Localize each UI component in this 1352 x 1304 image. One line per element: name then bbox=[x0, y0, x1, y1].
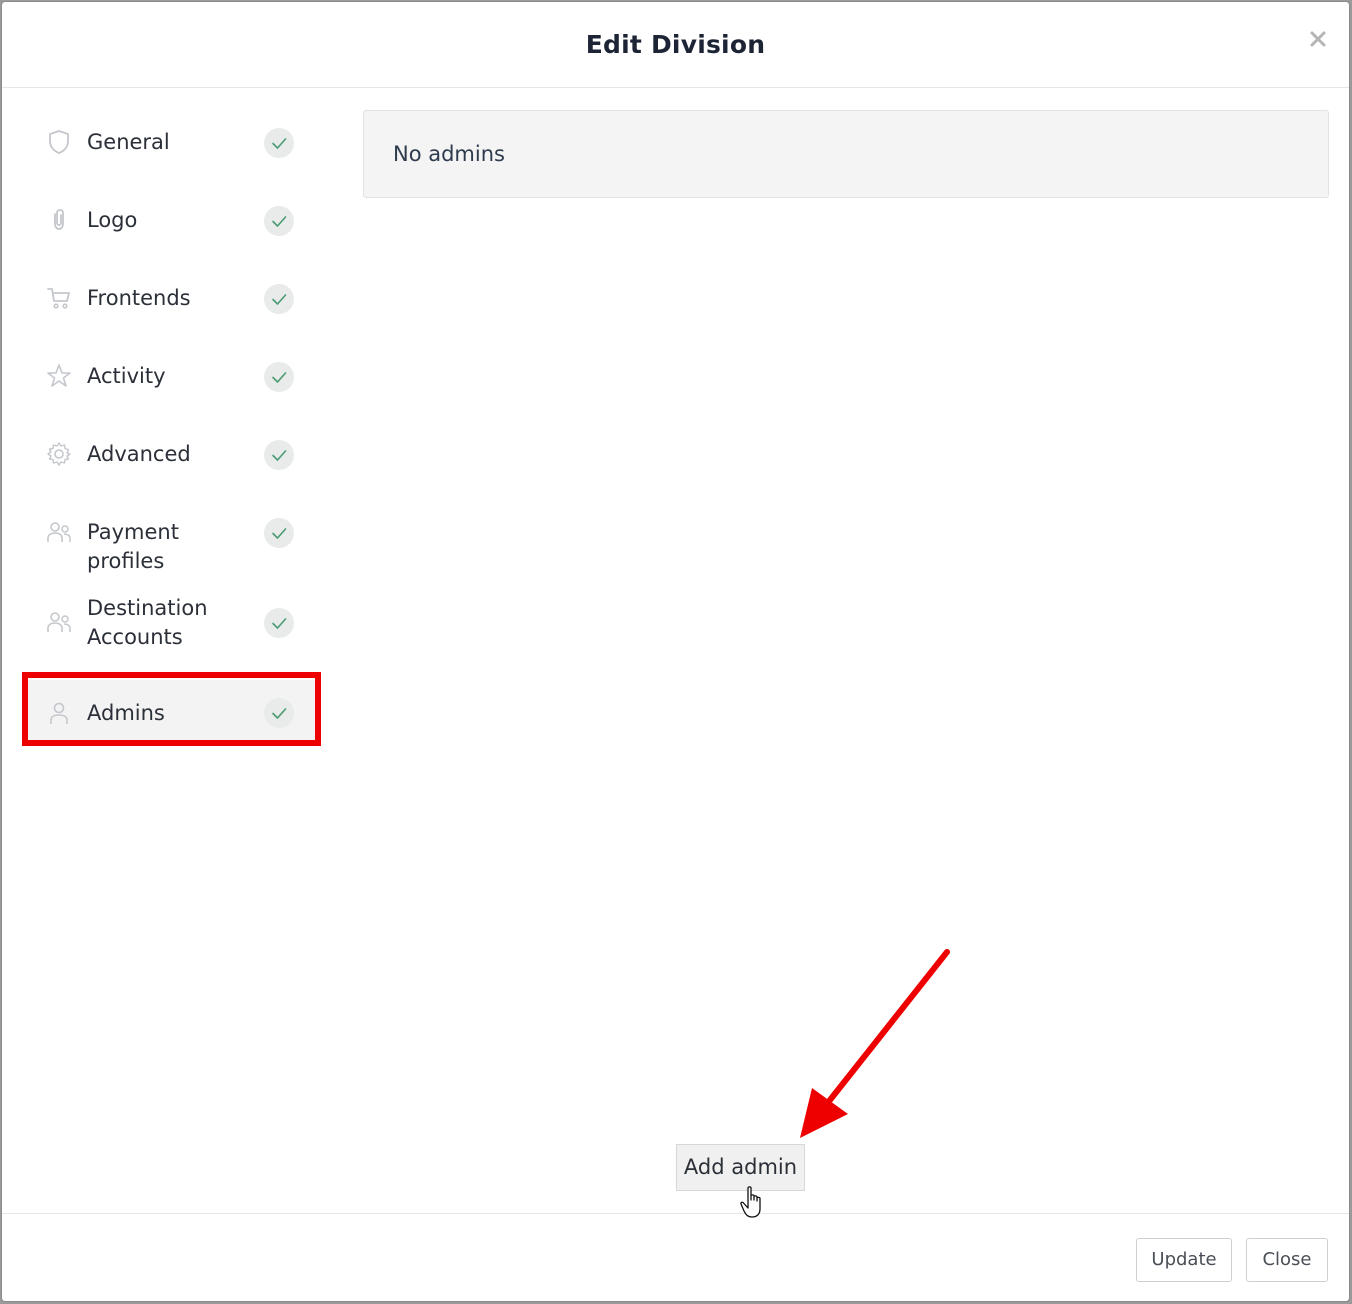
edit-division-modal: Edit Division General Logo Frontends Act… bbox=[1, 1, 1350, 1302]
sidebar-item-advanced[interactable]: Advanced bbox=[28, 424, 320, 486]
sidebar-item-label: General bbox=[87, 130, 170, 154]
cart-icon bbox=[46, 285, 72, 311]
add-admin-button[interactable]: Add admin bbox=[676, 1144, 805, 1191]
update-button[interactable]: Update bbox=[1136, 1238, 1232, 1282]
check-icon bbox=[264, 206, 294, 236]
modal-title: Edit Division bbox=[585, 30, 766, 59]
sidebar-item-label: Advanced bbox=[87, 442, 191, 466]
sidebar-item-label: Admins bbox=[87, 701, 165, 725]
paperclip-icon bbox=[46, 207, 72, 233]
sidebar-item-admins[interactable]: Admins bbox=[28, 680, 320, 746]
check-icon bbox=[264, 518, 294, 548]
user-icon bbox=[46, 700, 72, 726]
close-x-glyph bbox=[1310, 31, 1326, 47]
sidebar-item-logo[interactable]: Logo bbox=[28, 190, 320, 252]
check-icon bbox=[264, 128, 294, 158]
close-icon[interactable] bbox=[1307, 28, 1329, 50]
check-icon bbox=[264, 362, 294, 392]
sidebar-item-destination-accounts[interactable]: Destination Accounts bbox=[28, 580, 320, 666]
star-icon bbox=[46, 363, 72, 389]
empty-state-text: No admins bbox=[393, 142, 505, 166]
sidebar-item-label: Frontends bbox=[87, 286, 191, 310]
modal-footer: Update Close bbox=[2, 1213, 1349, 1301]
sidebar-item-label: Payment profiles bbox=[87, 520, 179, 573]
hand-pointer-icon bbox=[740, 1186, 761, 1218]
sidebar-item-general[interactable]: General bbox=[28, 112, 320, 174]
check-icon bbox=[264, 284, 294, 314]
users-icon bbox=[46, 609, 72, 635]
sidebar-item-activity[interactable]: Activity bbox=[28, 346, 320, 408]
users-icon bbox=[46, 519, 72, 545]
check-icon bbox=[264, 698, 294, 728]
sidebar-item-frontends[interactable]: Frontends bbox=[28, 268, 320, 330]
close-button[interactable]: Close bbox=[1246, 1238, 1328, 1282]
gear-icon bbox=[46, 441, 72, 467]
modal-header: Edit Division bbox=[2, 2, 1349, 88]
sidebar-item-label: Logo bbox=[87, 208, 138, 232]
shield-icon bbox=[46, 129, 72, 155]
sidebar-item-payment-profiles[interactable]: Payment profiles bbox=[28, 502, 320, 573]
admins-list-panel: No admins bbox=[363, 110, 1329, 198]
page-backdrop: Edit Division General Logo Frontends Act… bbox=[0, 0, 1352, 1304]
sidebar-item-label: Destination Accounts bbox=[87, 596, 208, 649]
sidebar-item-label: Activity bbox=[87, 364, 166, 388]
check-icon bbox=[264, 608, 294, 638]
check-icon bbox=[264, 440, 294, 470]
